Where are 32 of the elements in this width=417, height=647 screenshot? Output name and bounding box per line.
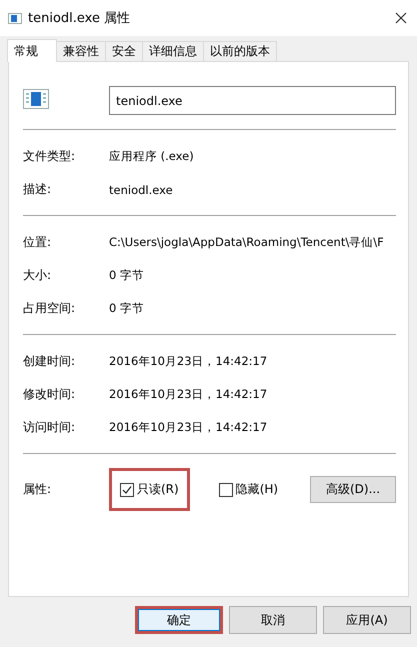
- property-label: 描述:: [23, 181, 52, 198]
- property-label: 创建时间:: [23, 353, 76, 370]
- close-icon[interactable]: [395, 12, 407, 24]
- property-label: 修改时间:: [23, 386, 76, 403]
- dialog-button[interactable]: 应用(A): [323, 606, 411, 634]
- property-value: 2016年10月23日，14:42:17: [109, 387, 268, 402]
- dialog-button[interactable]: 取消: [229, 606, 317, 634]
- tab[interactable]: 常规: [7, 39, 57, 62]
- property-value: teniodl.exe: [109, 182, 173, 196]
- property-value: C:\Users\jogla\AppData\Roaming\Tencent\寻仙\F: [109, 235, 384, 250]
- property-label: 位置:: [23, 234, 52, 251]
- property-label: 访问时间:: [23, 419, 76, 436]
- property-value: 2016年10月23日，14:42:17: [109, 420, 268, 435]
- checkbox[interactable]: 隐藏(H): [208, 468, 290, 511]
- property-value: 2016年10月23日，14:42:17: [109, 354, 268, 369]
- property-label: 占用空间:: [23, 300, 76, 317]
- property-value: 0 字节: [109, 268, 144, 283]
- tab[interactable]: 以前的版本: [203, 41, 277, 61]
- checkbox[interactable]: 只读(R): [109, 468, 190, 511]
- app-icon: [8, 12, 22, 24]
- program-icon: [23, 89, 49, 109]
- checkbox-box[interactable]: [120, 482, 134, 496]
- advanced-button[interactable]: 高级(D)...: [310, 476, 396, 503]
- property-label: 大小:: [23, 267, 52, 284]
- checkbox-box[interactable]: [218, 482, 233, 496]
- property-value: 0 字节: [109, 301, 144, 316]
- dialog-button[interactable]: 确定: [135, 606, 223, 634]
- property-label: 文件类型:: [23, 148, 76, 165]
- file-name-field[interactable]: teniodl.exe: [109, 86, 396, 115]
- window-title: teniodl.exe 属性: [28, 10, 132, 27]
- attributes-label: 属性:: [23, 481, 52, 498]
- property-value: 应用程序 (.exe): [109, 149, 194, 164]
